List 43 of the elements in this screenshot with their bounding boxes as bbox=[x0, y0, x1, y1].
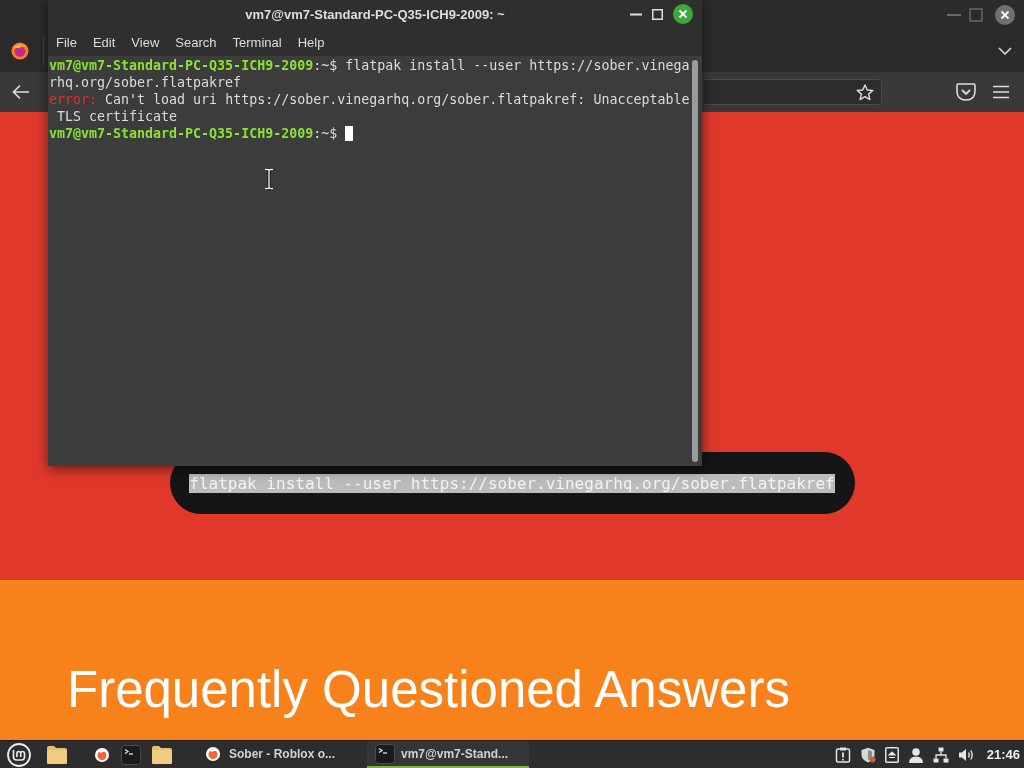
command-text: flatpak install --user https://sober.vinegarhq.org/sober.flatpakref bbox=[189, 473, 835, 493]
start-menu-icon[interactable] bbox=[7, 742, 31, 767]
url-field[interactable] bbox=[704, 79, 882, 105]
menu-item[interactable]: Search bbox=[167, 34, 225, 50]
menu-item[interactable]: File bbox=[48, 34, 85, 50]
terminal-text: TLS certificate bbox=[56, 108, 178, 125]
folder-icon[interactable] bbox=[152, 745, 172, 764]
network-icon[interactable] bbox=[932, 746, 949, 763]
prompt-text: vm7@vm7-Standard-PC-Q35-ICH9-2009 bbox=[49, 125, 314, 142]
clipboard-alert-icon[interactable] bbox=[834, 746, 851, 763]
shield-icon[interactable] bbox=[859, 746, 876, 763]
volume-icon[interactable] bbox=[957, 746, 974, 763]
menu-icon[interactable] bbox=[992, 85, 1010, 99]
terminal-text: rhq.org/sober.flatpakref bbox=[49, 74, 242, 91]
drive-icon[interactable] bbox=[884, 746, 899, 763]
section-heading: Frequently Questioned Answers bbox=[67, 660, 790, 720]
back-arrow-icon[interactable] bbox=[12, 84, 30, 100]
browser-icon[interactable] bbox=[11, 42, 29, 60]
user-icon[interactable] bbox=[907, 746, 924, 763]
prompt-text: vm7@vm7-Standard-PC-Q35-ICH9-2009 bbox=[49, 57, 314, 74]
terminal-icon[interactable] bbox=[121, 744, 141, 765]
text-cursor-icon bbox=[263, 168, 275, 190]
clock[interactable]: 21:46 bbox=[986, 747, 1020, 762]
scrollbar-thumb[interactable] bbox=[692, 60, 698, 462]
error-label: error: bbox=[49, 91, 98, 108]
window-title: vm7@vm7-Standard-PC-Q35-ICH9-2009: ~ bbox=[245, 6, 505, 22]
taskbar-window-button[interactable]: vm7@vm7-Stand... bbox=[367, 741, 529, 768]
menu-item[interactable]: Help bbox=[289, 34, 333, 50]
taskbar-window-button[interactable]: Sober - Roblox o... bbox=[195, 741, 357, 768]
minimize-icon[interactable] bbox=[630, 12, 642, 16]
chevron-down-icon[interactable] bbox=[998, 47, 1012, 55]
close-icon[interactable] bbox=[673, 4, 693, 24]
star-icon[interactable] bbox=[856, 83, 874, 101]
menu-item[interactable]: Edit bbox=[84, 34, 124, 50]
close-icon[interactable] bbox=[995, 5, 1015, 25]
menu-item[interactable]: Terminal bbox=[224, 34, 290, 50]
terminal-icon[interactable] bbox=[375, 743, 395, 764]
menu-item[interactable]: View bbox=[123, 34, 168, 50]
terminal-text: :~$ bbox=[313, 125, 338, 142]
terminal-text: Can't load uri https://sober.vinegarhq.org/sober.flatpakref: Unacceptable bbox=[104, 91, 690, 108]
terminal-text: :~$ flatpak install --user https://sober.vinega bbox=[313, 57, 690, 74]
pouch-icon[interactable] bbox=[956, 83, 976, 101]
folder-icon[interactable] bbox=[47, 745, 67, 764]
